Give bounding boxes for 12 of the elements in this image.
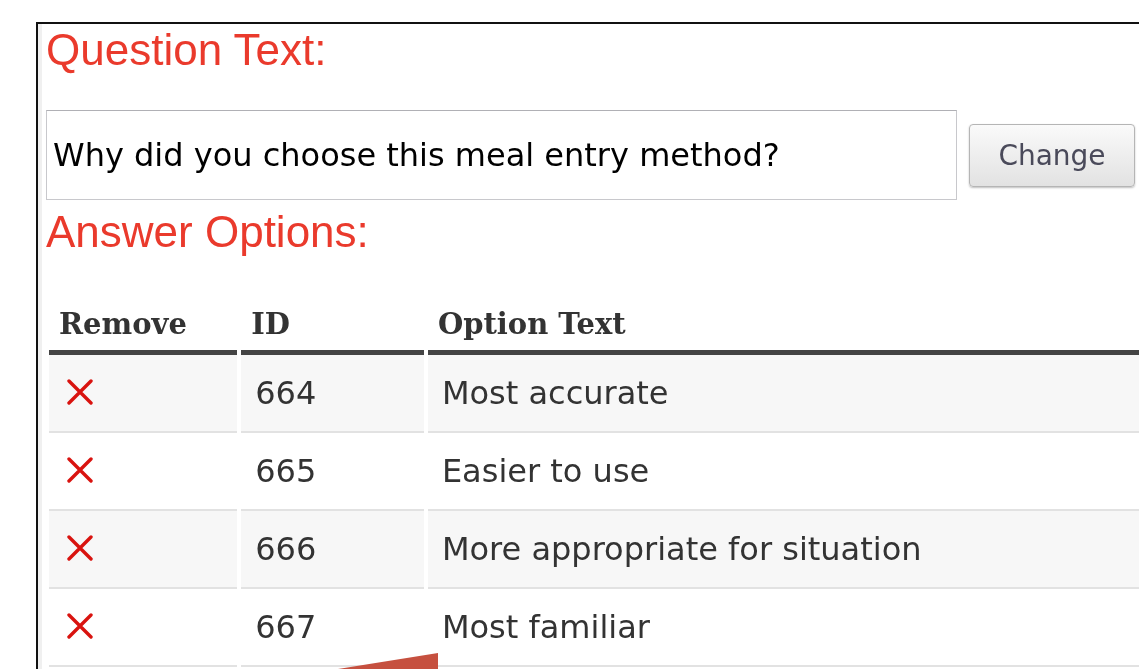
table-cell: More appropriate for situation <box>427 511 1139 589</box>
remove-icon[interactable] <box>67 535 93 561</box>
remove-icon[interactable] <box>67 613 93 639</box>
table-cell: 666 <box>241 511 424 589</box>
remove-icon[interactable] <box>67 379 93 405</box>
change-button[interactable]: Change <box>969 123 1135 187</box>
table-cell: Most accurate <box>427 355 1139 433</box>
table-cell: 664 <box>241 355 424 433</box>
section-heading: Answer Options: <box>46 206 369 258</box>
question-field[interactable]: Why did you choose this meal entry method? <box>46 110 957 200</box>
remove-icon[interactable] <box>67 457 93 483</box>
section-heading: Question Text: <box>46 24 327 76</box>
